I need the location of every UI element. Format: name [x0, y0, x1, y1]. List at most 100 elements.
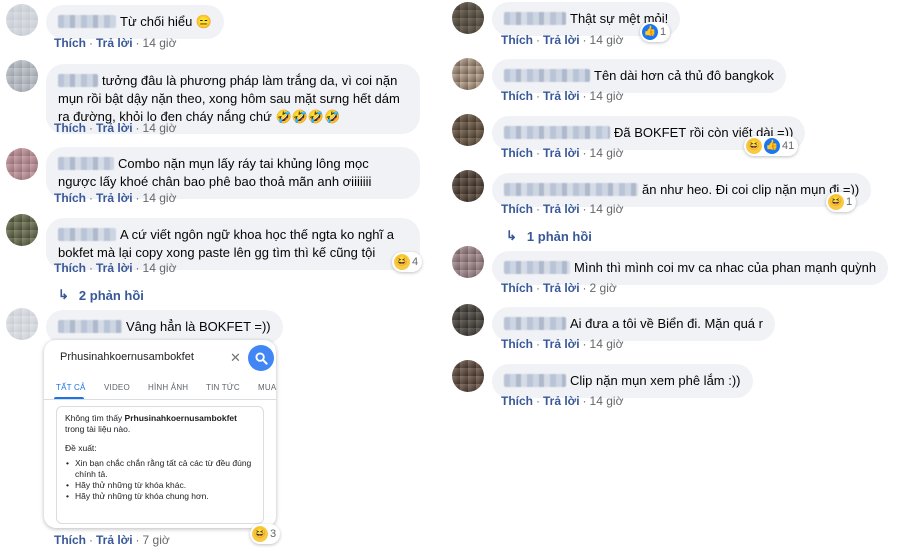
like-link[interactable]: Thích — [501, 394, 533, 408]
reply-link[interactable]: Trả lời — [96, 261, 133, 275]
haha-reaction-icon: 😆 — [252, 526, 268, 542]
avatar[interactable] — [6, 214, 38, 246]
reply-link[interactable]: Trả lời — [543, 89, 580, 103]
like-link[interactable]: Thích — [54, 191, 86, 205]
avatar[interactable] — [6, 4, 38, 36]
active-tab-indicator — [54, 397, 84, 399]
reply-link[interactable]: Trả lời — [543, 202, 580, 216]
haha-reaction-icon: 😆 — [394, 254, 410, 270]
commenter-name[interactable] — [504, 126, 610, 139]
no-results-panel: Không tìm thấy Prhusinahkoernusambokfet … — [56, 406, 264, 524]
like-reaction-icon: 👍 — [764, 138, 780, 154]
reply-link[interactable]: Trả lời — [543, 146, 580, 160]
reply-link[interactable]: Trả lời — [543, 337, 580, 351]
commenter-name[interactable] — [504, 12, 566, 25]
replies-label: 2 phản hồi — [78, 287, 144, 303]
reaction-summary[interactable]: 😆 3 — [250, 524, 281, 544]
search-button[interactable] — [248, 345, 274, 371]
comment-time[interactable]: 14 giờ — [590, 337, 624, 351]
avatar[interactable] — [452, 304, 484, 336]
like-link[interactable]: Thích — [54, 36, 86, 50]
avatar[interactable] — [452, 170, 484, 202]
comment-time[interactable]: 14 giờ — [590, 33, 624, 47]
comment-time[interactable]: 14 giờ — [590, 89, 624, 103]
comment-actions: Thích · Trả lời · 14 giờ — [501, 89, 624, 103]
comment-bubble: Tên dài hơn cả thủ đô bangkok — [492, 59, 786, 93]
reply-link[interactable]: Trả lời — [96, 36, 133, 50]
suggestion-item: Hãy thử những từ khóa khác. — [65, 480, 255, 491]
reply-link[interactable]: Trả lời — [96, 121, 133, 135]
tab-images[interactable]: HÌNH ẢNH — [148, 383, 188, 392]
comment-time[interactable]: 14 giờ — [590, 146, 624, 160]
reply-link[interactable]: Trả lời — [543, 394, 580, 408]
comment-bubble: Từ chối hiểu 😑 — [46, 5, 225, 39]
commenter-name[interactable] — [58, 15, 116, 28]
avatar[interactable] — [452, 246, 484, 278]
commenter-name[interactable] — [58, 320, 122, 333]
avatar[interactable] — [452, 58, 484, 90]
like-link[interactable]: Thích — [501, 281, 533, 295]
no-results-message: Không tìm thấy Prhusinahkoernusambokfet … — [65, 413, 237, 434]
like-link[interactable]: Thích — [54, 261, 86, 275]
haha-reaction-icon: 😆 — [828, 194, 844, 210]
tab-video[interactable]: VIDEO — [104, 383, 130, 392]
reaction-summary[interactable]: 😆 4 — [392, 252, 423, 272]
comment-time[interactable]: 14 giờ — [590, 202, 624, 216]
like-link[interactable]: Thích — [501, 89, 533, 103]
comment-bubble: Mình thì mình coi mv ca nhac của phan mạ… — [492, 251, 889, 285]
reply-link[interactable]: Trả lời — [96, 533, 133, 547]
commenter-name[interactable] — [58, 228, 116, 241]
avatar[interactable] — [6, 308, 38, 340]
avatar[interactable] — [452, 360, 484, 392]
comment-time[interactable]: 14 giờ — [143, 191, 177, 205]
reaction-summary[interactable]: 👍 1 — [640, 22, 671, 42]
tab-news[interactable]: TIN TỨC — [206, 383, 240, 392]
commenter-name[interactable] — [504, 69, 590, 82]
view-replies-link[interactable]: ↳ 1 phản hồi — [506, 228, 592, 244]
reaction-summary[interactable]: 😆 👍 41 — [744, 136, 799, 156]
reaction-count: 41 — [782, 140, 795, 152]
like-link[interactable]: Thích — [54, 121, 86, 135]
reaction-count: 4 — [412, 256, 419, 268]
comment-time[interactable]: 14 giờ — [143, 36, 177, 50]
commenter-name[interactable] — [58, 157, 114, 170]
comment-time[interactable]: 14 giờ — [590, 394, 624, 408]
tab-shopping[interactable]: MUA — [258, 383, 276, 392]
reply-arrow-icon: ↳ — [58, 287, 69, 302]
search-screenshot-attachment[interactable]: Prhusinahkoernusambokfet ✕ TẤT CẢ VIDEO … — [44, 340, 276, 528]
avatar[interactable] — [6, 60, 38, 92]
commenter-name[interactable] — [504, 183, 638, 196]
like-link[interactable]: Thích — [501, 33, 533, 47]
search-icon — [254, 351, 268, 365]
suggestion-list: Xin bạn chắc chắn rằng tất cả các từ đều… — [65, 458, 255, 502]
search-input[interactable]: Prhusinahkoernusambokfet — [50, 345, 244, 371]
commenter-name[interactable] — [504, 261, 570, 274]
comment-time[interactable]: 2 giờ — [590, 281, 617, 295]
avatar[interactable] — [6, 148, 38, 180]
like-link[interactable]: Thích — [54, 533, 86, 547]
comment-text: Ai đưa a tôi về Biển đi. Mặn quá r — [570, 316, 763, 331]
avatar[interactable] — [452, 2, 484, 34]
commenter-name[interactable] — [58, 74, 98, 87]
avatar[interactable] — [452, 114, 484, 146]
comment-time[interactable]: 14 giờ — [143, 261, 177, 275]
like-link[interactable]: Thích — [501, 146, 533, 160]
tab-all[interactable]: TẤT CẢ — [56, 383, 86, 392]
comment-actions: Thích · Trả lời · 14 giờ — [501, 202, 624, 216]
close-icon[interactable]: ✕ — [230, 350, 241, 366]
like-link[interactable]: Thích — [501, 337, 533, 351]
comment-actions: Thích · Trả lời · 14 giờ — [501, 33, 624, 47]
suggestions-title: Đề xuất: — [65, 443, 97, 453]
reply-link[interactable]: Trả lời — [96, 191, 133, 205]
like-link[interactable]: Thích — [501, 202, 533, 216]
reply-link[interactable]: Trả lời — [543, 281, 580, 295]
comment-time[interactable]: 7 giờ — [143, 533, 170, 547]
comment-actions: Thích · Trả lời · 7 giờ — [54, 533, 170, 547]
commenter-name[interactable] — [504, 374, 566, 387]
commenter-name[interactable] — [504, 317, 566, 330]
reaction-count: 1 — [846, 196, 853, 208]
comment-time[interactable]: 14 giờ — [143, 121, 177, 135]
view-replies-link[interactable]: ↳ 2 phản hồi — [58, 287, 144, 303]
reply-link[interactable]: Trả lời — [543, 33, 580, 47]
reaction-summary[interactable]: 😆 1 — [826, 192, 857, 212]
